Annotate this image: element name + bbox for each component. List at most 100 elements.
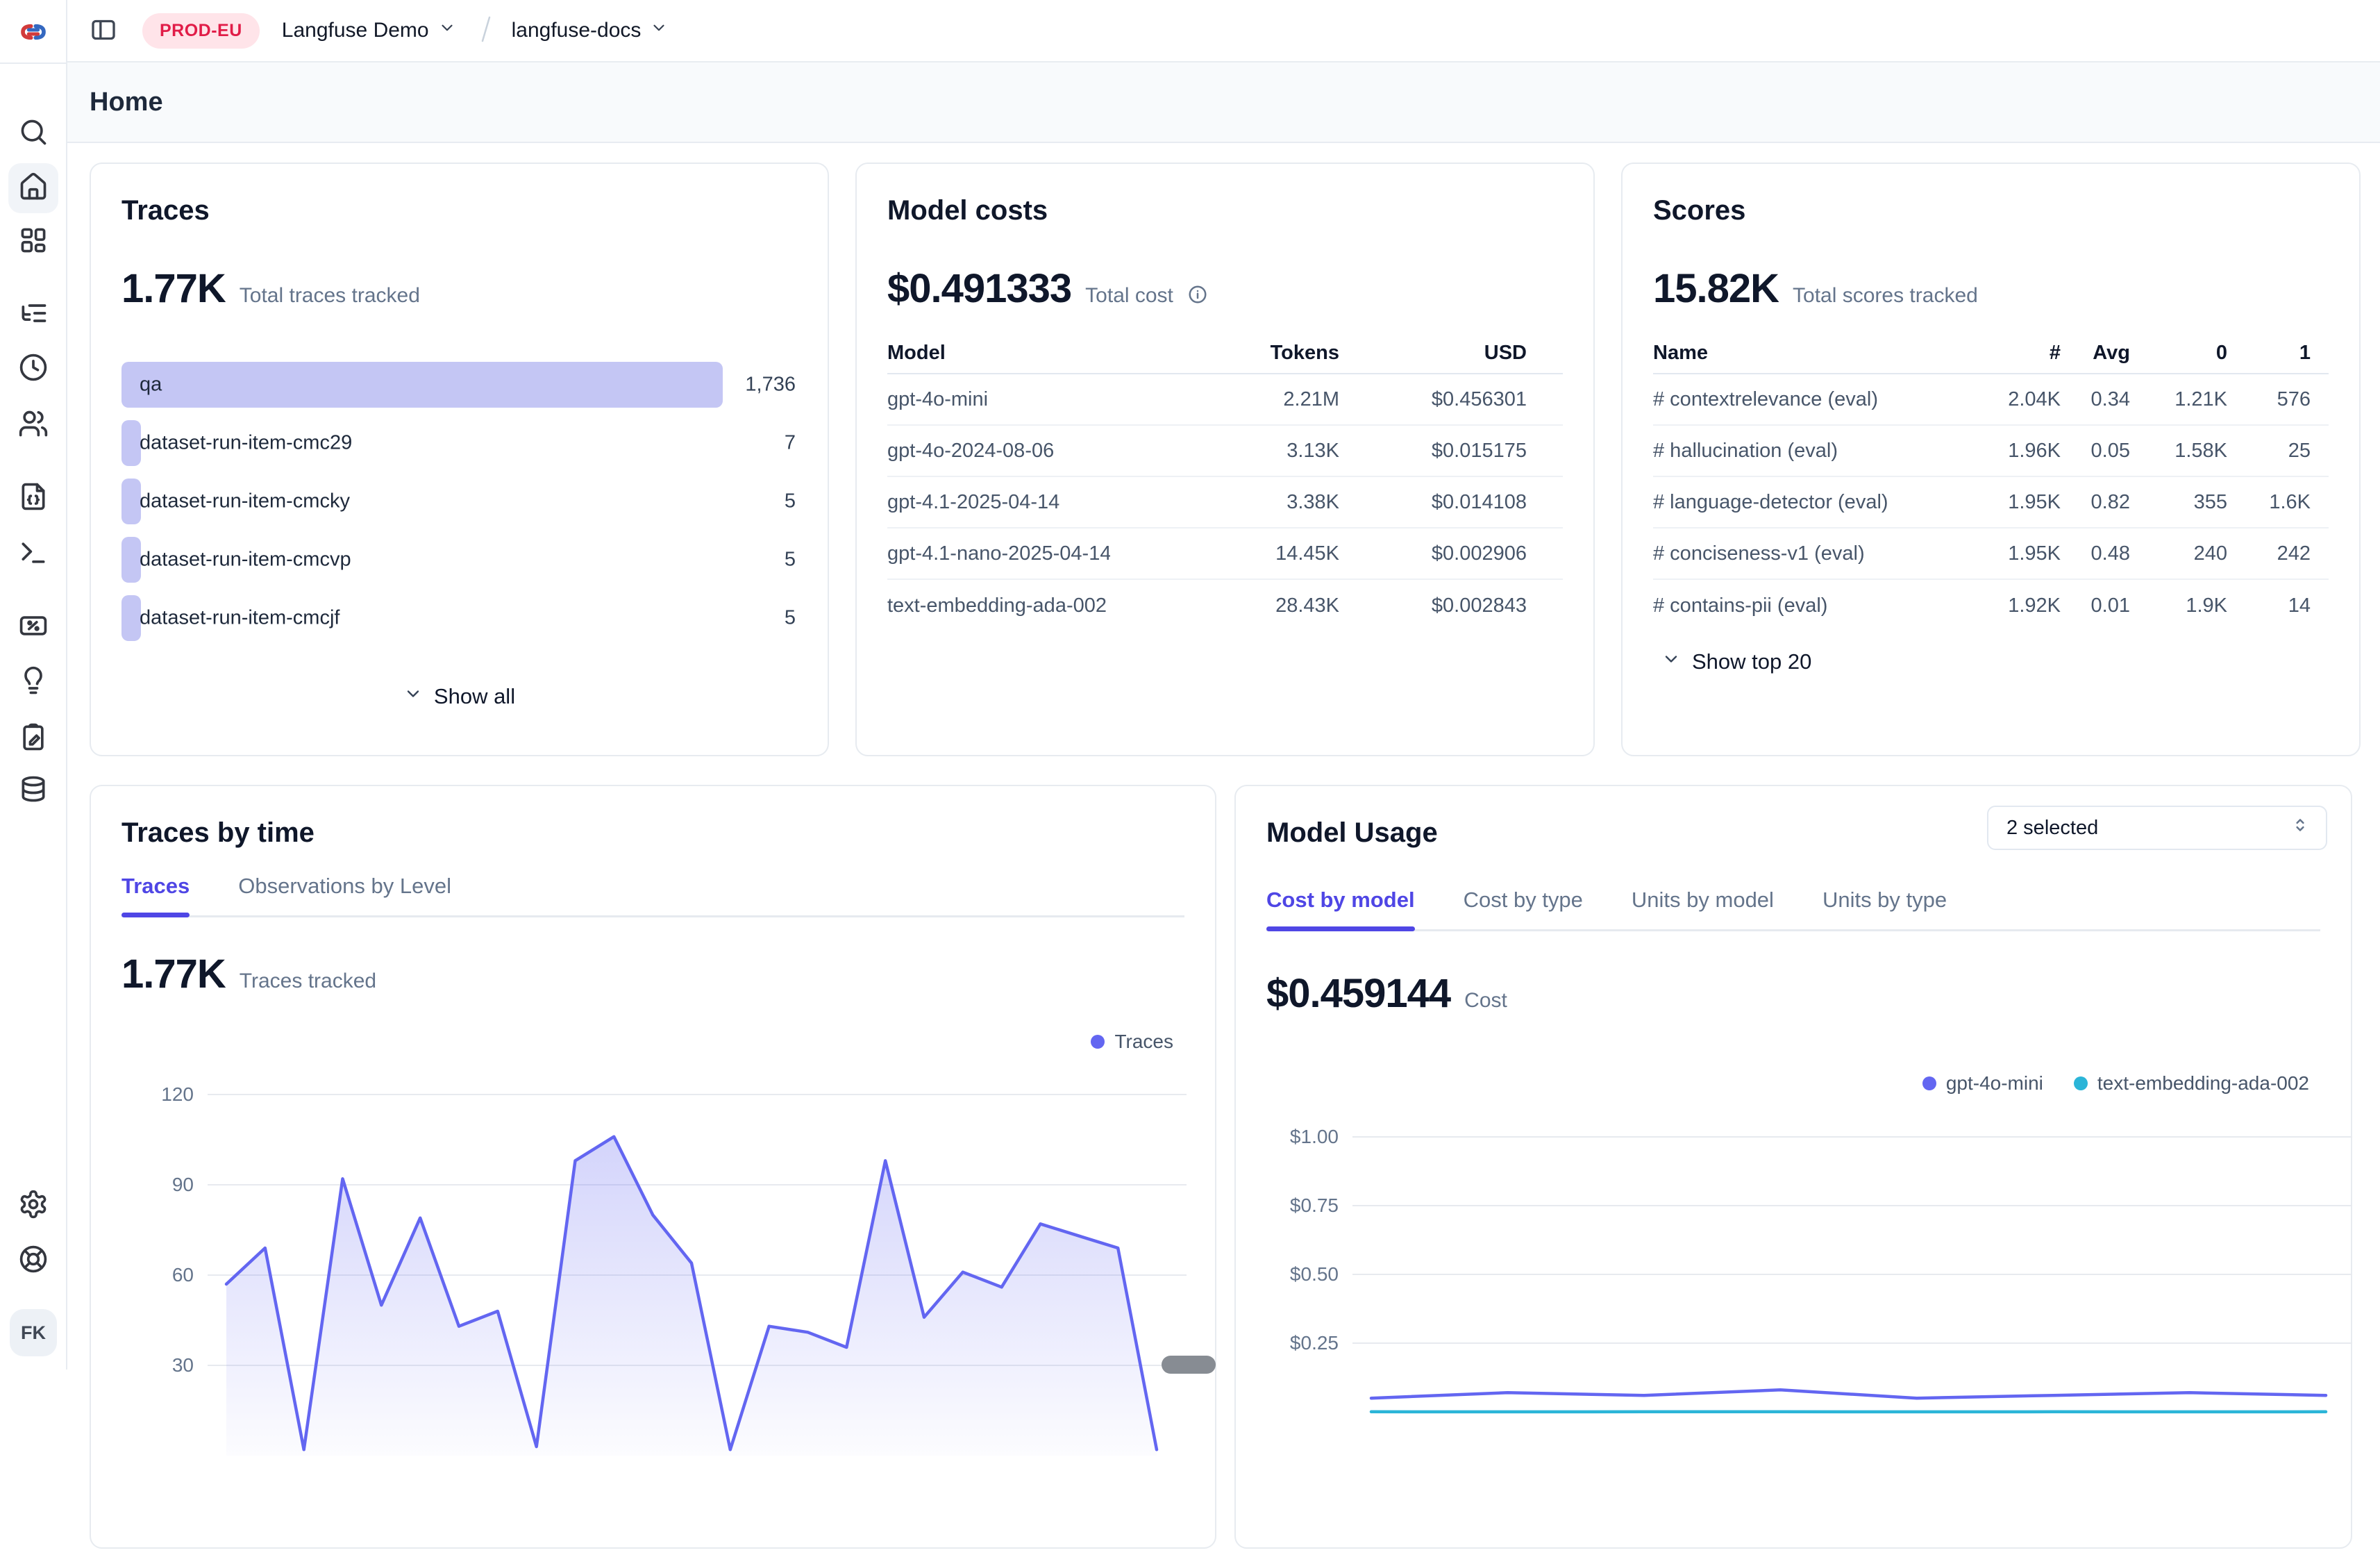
sidebar-item-settings[interactable] (8, 1181, 58, 1231)
svg-text:$0.75: $0.75 (1290, 1195, 1339, 1216)
scores-table: Name#Avg01# contextrelevance (eval)2.04K… (1653, 333, 2329, 631)
usage-cost-label: Cost (1464, 989, 1507, 1013)
row-value: 2.04K (1950, 388, 2061, 411)
row-value: 14 (2227, 594, 2311, 617)
model-costs-title: Model costs (887, 194, 1563, 226)
score-row: # language-detector (eval)1.95K0.823551.… (1653, 477, 2329, 529)
row-value: $0.002906 (1339, 542, 1527, 565)
sidebar-item-users[interactable] (8, 400, 58, 450)
model-cost-row: gpt-4o-mini2.21M$0.456301 (887, 374, 1563, 426)
env-badge: PROD-EU (142, 13, 260, 49)
trace-count: 7 (785, 432, 796, 455)
row-value: 0.34 (2061, 388, 2130, 411)
row-label: # language-detector (eval) (1653, 491, 1950, 514)
legend-item[interactable]: gpt-4o-mini (1922, 1072, 2043, 1095)
chevron-down-icon (403, 684, 423, 709)
column-header: 0 (2130, 342, 2227, 365)
row-label: # contains-pii (eval) (1653, 594, 1950, 617)
model-select-dropdown[interactable]: 2 selected (1987, 806, 2327, 850)
chevron-down-icon (438, 19, 456, 42)
trace-name: qa (140, 374, 162, 397)
traces-total-label: Total traces tracked (240, 284, 420, 308)
langfuse-logo-icon[interactable] (8, 7, 58, 57)
score-row: # conciseness-v1 (eval)1.95K0.48240242 (1653, 529, 2329, 580)
search-icon (18, 117, 49, 151)
row-value: 2.21M (1110, 388, 1339, 411)
tab-cost-by-type[interactable]: Cost by type (1464, 888, 1583, 929)
sidebar-item-search[interactable] (8, 108, 58, 158)
sidebar-item-tracing[interactable] (8, 290, 58, 340)
sidebar-item-prompts[interactable] (8, 473, 58, 523)
row-value: 0.48 (2061, 542, 2130, 565)
score-row: # contains-pii (eval)1.92K0.011.9K14 (1653, 580, 2329, 631)
column-header: 1 (2227, 342, 2311, 365)
tab-cost-by-model[interactable]: Cost by model (1266, 888, 1415, 929)
row-label: gpt-4.1-nano-2025-04-14 (887, 542, 1110, 565)
horizontal-scrollbar-thumb[interactable] (1162, 1356, 1216, 1374)
trace-list-item[interactable]: dataset-run-item-cmcvp5 (121, 537, 797, 583)
percent-box-icon (18, 610, 49, 644)
svg-text:$1.00: $1.00 (1290, 1126, 1339, 1147)
sidebar-item-playground[interactable] (8, 529, 58, 579)
row-label: gpt-4.1-2025-04-14 (887, 491, 1110, 514)
legend-item[interactable]: text-embedding-ada-002 (2074, 1072, 2309, 1095)
column-header: USD (1339, 342, 1527, 365)
row-value: $0.002843 (1339, 594, 1527, 617)
sidebar-item-sessions[interactable] (8, 344, 58, 394)
chevron-down-icon (1661, 649, 1681, 674)
row-value: 1.21K (2130, 388, 2227, 411)
sidebar-item-annotation[interactable] (8, 713, 58, 763)
org-switcher[interactable]: Langfuse Demo (282, 19, 456, 42)
traces-by-time-card: Traces by time TracesObservations by Lev… (90, 785, 1216, 1549)
sidebar-item-evaluators[interactable] (8, 602, 58, 652)
main-area: PROD-EU Langfuse Demo langfuse-docs Home… (67, 0, 2380, 1370)
trace-count: 5 (785, 490, 796, 513)
table-header-row: ModelTokensUSD (887, 333, 1563, 374)
sidebar-item-dashboards[interactable] (8, 217, 58, 267)
tab-units-by-model[interactable]: Units by model (1632, 888, 1774, 929)
row-value: $0.015175 (1339, 440, 1527, 463)
tab-observations-by-level[interactable]: Observations by Level (238, 874, 451, 915)
score-row: # hallucination (eval)1.96K0.051.58K25 (1653, 426, 2329, 477)
model-select-value: 2 selected (2006, 817, 2098, 840)
svg-text:$0.25: $0.25 (1290, 1332, 1339, 1354)
clipboard-pen-icon (18, 722, 49, 756)
row-value: 0.82 (2061, 491, 2130, 514)
legend-dot (2074, 1076, 2088, 1090)
trace-list-item[interactable]: dataset-run-item-cmc29 7 (121, 420, 797, 466)
row-value: $0.456301 (1339, 388, 1527, 411)
tab-units-by-type[interactable]: Units by type (1822, 888, 1947, 929)
project-switcher[interactable]: langfuse-docs (512, 19, 669, 42)
trace-list-item[interactable]: dataset-run-item-cmcjf 5 (121, 595, 797, 641)
sidebar-item-home[interactable] (8, 163, 58, 213)
topbar: PROD-EU Langfuse Demo langfuse-docs (67, 0, 2380, 63)
sidebar-item-support[interactable] (8, 1236, 58, 1286)
sidebar-toggle-button[interactable] (90, 16, 117, 46)
tab-traces[interactable]: Traces (121, 874, 190, 915)
legend-label: Traces (1114, 1031, 1173, 1053)
traces-bar-list: qa1,736dataset-run-item-cmc297dataset-ru… (121, 362, 797, 641)
app-root: FK PROD-EU Langfuse Demo langfuse-docs H… (0, 0, 2380, 1370)
trace-count: 5 (785, 607, 796, 630)
sidebar-item-datasets[interactable] (8, 766, 58, 816)
trace-list-item[interactable]: dataset-run-item-cmcky5 (121, 479, 797, 524)
trace-name: dataset-run-item-cmcjf (140, 607, 340, 630)
row-value: 1.96K (1950, 440, 2061, 463)
traces-by-time-tabs: Traces Observations by Level (121, 874, 1184, 917)
trace-name: dataset-run-item-cmc29 (140, 432, 352, 455)
row-value: 1.9K (2130, 594, 2227, 617)
show-all-button[interactable]: Show all (121, 684, 797, 709)
legend-item[interactable]: Traces (1091, 1031, 1173, 1053)
sidebar-item-insights[interactable] (8, 657, 58, 707)
user-avatar[interactable]: FK (10, 1309, 57, 1356)
trace-name: dataset-run-item-cmcvp (140, 549, 351, 572)
row-value: 25 (2227, 440, 2311, 463)
row-label: # hallucination (eval) (1653, 440, 1950, 463)
svg-text:90: 90 (172, 1174, 194, 1195)
show-top-20-button[interactable]: Show top 20 (1653, 649, 1811, 674)
traces-card: Traces 1.77K Total traces tracked qa1,73… (90, 163, 829, 756)
trace-list-item[interactable]: qa1,736 (121, 362, 797, 408)
model-usage-card: Model Usage 2 selected Cost by modelCost… (1234, 785, 2352, 1549)
info-icon[interactable] (1187, 284, 1208, 308)
legend-label: text-embedding-ada-002 (2097, 1072, 2309, 1095)
